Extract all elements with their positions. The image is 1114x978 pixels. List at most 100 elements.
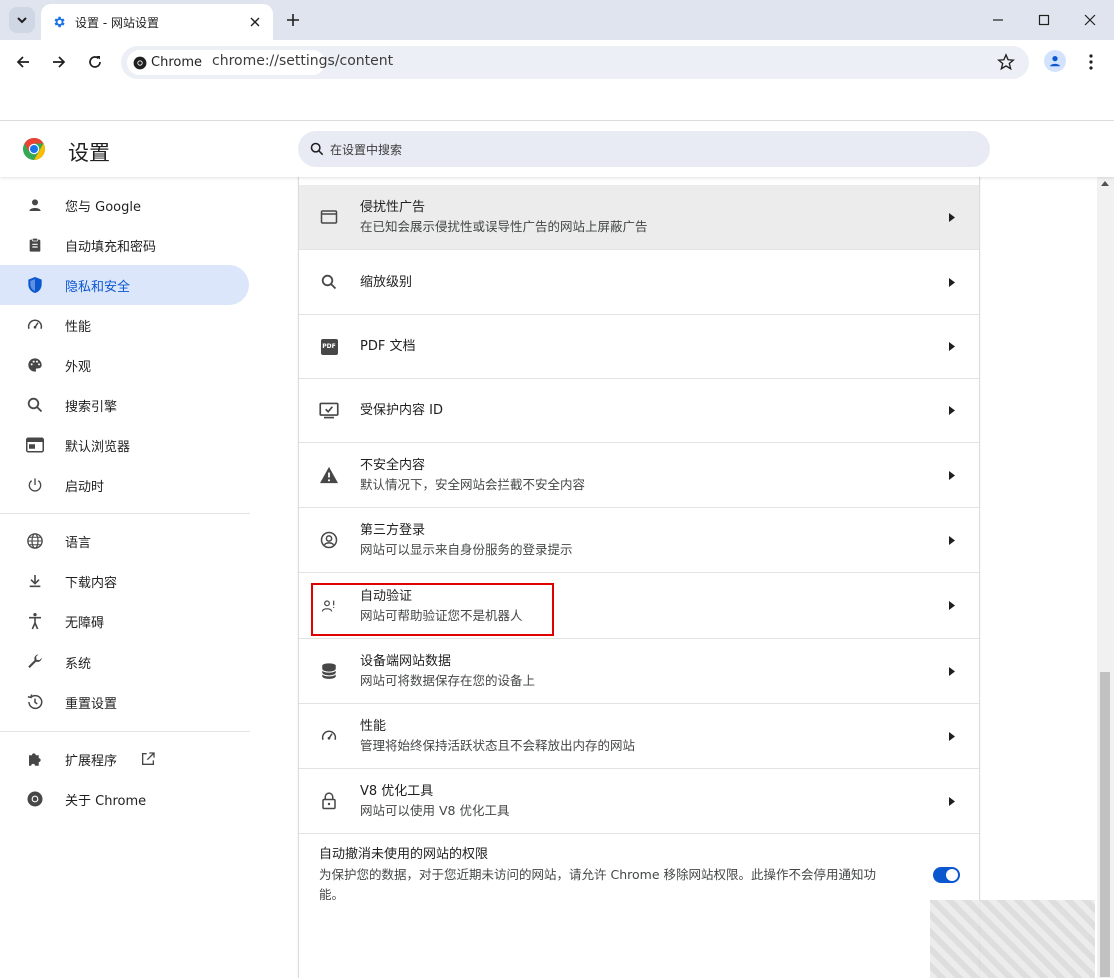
row-title: 性能 <box>360 719 387 734</box>
row-insecure-content[interactable]: 不安全内容 默认情况下，安全网站会拦截不安全内容 <box>299 443 979 508</box>
minimize-icon <box>993 19 1003 21</box>
arrow-right-icon <box>945 404 959 418</box>
zoom-icon <box>319 272 339 292</box>
sidebar-divider <box>0 731 250 732</box>
maximize-icon <box>1038 14 1050 26</box>
pdf-icon-label: PDF <box>320 338 338 355</box>
arrow-right-icon <box>945 794 959 808</box>
close-icon[interactable] <box>245 12 265 32</box>
sidebar-item-system[interactable]: 系统 <box>0 642 249 682</box>
tab-search-button[interactable] <box>9 7 35 33</box>
maximize-button[interactable] <box>1029 6 1059 34</box>
address-bar[interactable]: Chrome chrome://settings/content <box>121 46 1029 79</box>
palette-icon <box>25 355 45 375</box>
sidebar-item-label: 重置设置 <box>65 696 118 712</box>
annotation-highlight-box <box>311 583 554 636</box>
settings-search-input[interactable]: 在设置中搜索 <box>298 131 990 167</box>
arrow-right-icon <box>53 56 66 68</box>
row-title: 设备端网站数据 <box>360 654 452 669</box>
sidebar-item-languages[interactable]: 语言 <box>0 521 249 561</box>
arrow-right-icon <box>945 533 959 547</box>
more-menu-button[interactable] <box>1082 52 1100 72</box>
arrow-right-icon <box>945 340 959 354</box>
sidebar-item-label: 默认浏览器 <box>65 439 131 455</box>
new-tab-button[interactable] <box>282 9 304 31</box>
bookmark-star-icon[interactable] <box>997 53 1015 71</box>
close-window-button[interactable] <box>1075 6 1105 34</box>
row-subtitle: 网站可以显示来自身份服务的登录提示 <box>360 542 573 557</box>
chip-label: Chrome <box>151 55 202 70</box>
speedometer-icon <box>319 726 339 746</box>
arrow-right-icon <box>945 729 959 743</box>
sidebar-item-about-chrome[interactable]: 关于 Chrome <box>0 779 249 819</box>
forward-button[interactable] <box>47 50 71 74</box>
sidebar-item-reset-settings[interactable]: 重置设置 <box>0 682 249 722</box>
row-title: 侵扰性广告 <box>360 200 426 215</box>
chevron-down-icon <box>17 17 27 24</box>
search-icon <box>25 395 45 415</box>
open-in-new-icon <box>140 751 156 767</box>
sidebar-item-search-engine[interactable]: 搜索引擎 <box>0 385 249 425</box>
sidebar-item-default-browser[interactable]: 默认浏览器 <box>0 425 249 465</box>
profile-avatar[interactable] <box>1044 50 1066 72</box>
power-icon <box>25 475 45 495</box>
browser-window-icon <box>25 435 45 455</box>
globe-icon <box>25 531 45 551</box>
scroll-up-arrow-icon[interactable] <box>1101 181 1109 186</box>
sidebar-item-privacy-security[interactable]: 隐私和安全 <box>0 265 249 305</box>
arrow-right-icon <box>945 599 959 613</box>
row-pdf-documents[interactable]: PDF PDF 文档 <box>299 315 979 379</box>
url-text[interactable]: chrome://settings/content <box>212 53 393 69</box>
sidebar-item-extensions[interactable]: 扩展程序 <box>0 739 249 779</box>
site-settings-panel: 侵扰性广告 在已知会展示侵扰性或误导性广告的网站上屏蔽广告 缩放级别 PDF P… <box>298 177 980 978</box>
row-title: 受保护内容 ID <box>360 403 443 418</box>
chrome-icon <box>133 56 147 69</box>
minimize-button[interactable] <box>983 6 1013 34</box>
back-button[interactable] <box>11 50 35 74</box>
plus-icon <box>287 14 299 26</box>
arrow-right-icon <box>945 468 959 482</box>
sidebar-item-performance[interactable]: 性能 <box>0 305 249 345</box>
sidebar-item-you-and-google[interactable]: 您与 Google <box>0 185 249 225</box>
row-title: 第三方登录 <box>360 523 426 538</box>
row-intrusive-ads[interactable]: 侵扰性广告 在已知会展示侵扰性或误导性广告的网站上屏蔽广告 <box>299 185 979 250</box>
speedometer-icon <box>25 315 45 335</box>
row-subtitle: 管理将始终保持活跃状态且不会释放出内存的网站 <box>360 738 636 753</box>
sidebar-item-on-startup[interactable]: 启动时 <box>0 465 249 505</box>
database-icon <box>319 661 339 681</box>
sidebar-item-accessibility[interactable]: 无障碍 <box>0 601 249 641</box>
lock-icon <box>319 791 339 811</box>
auto-revoke-toggle[interactable] <box>933 867 960 883</box>
row-on-device-site-data[interactable]: 设备端网站数据 网站可将数据保存在您的设备上 <box>299 639 979 704</box>
page-scrollbar[interactable] <box>1097 177 1114 978</box>
search-icon <box>310 142 324 156</box>
watermark-blur <box>930 900 1095 978</box>
close-icon <box>1084 14 1096 26</box>
scrollbar-thumb[interactable] <box>1100 672 1110 977</box>
tab-settings[interactable]: 设置 - 网站设置 <box>41 4 273 40</box>
sidebar-divider <box>0 513 250 514</box>
sidebar-item-label: 扩展程序 <box>65 753 118 769</box>
settings-header: 设置 在设置中搜索 <box>0 121 1114 177</box>
person-icon <box>25 195 45 215</box>
toggle-knob <box>946 869 958 881</box>
sidebar-item-label: 关于 Chrome <box>65 793 147 809</box>
puzzle-icon <box>25 749 45 769</box>
reload-button[interactable] <box>83 50 107 74</box>
sidebar-item-downloads[interactable]: 下载内容 <box>0 561 249 601</box>
row-title: V8 优化工具 <box>360 784 434 799</box>
shield-icon <box>25 275 45 295</box>
row-protected-content[interactable]: 受保护内容 ID <box>299 379 979 443</box>
row-zoom-levels[interactable]: 缩放级别 <box>299 250 979 315</box>
clipboard-icon <box>25 235 45 255</box>
sidebar-item-appearance[interactable]: 外观 <box>0 345 249 385</box>
row-performance[interactable]: 性能 管理将始终保持活跃状态且不会释放出内存的网站 <box>299 704 979 769</box>
row-third-party-signin[interactable]: 第三方登录 网站可以显示来自身份服务的登录提示 <box>299 508 979 573</box>
sidebar-item-label: 隐私和安全 <box>65 279 131 295</box>
row-v8-optimizer[interactable]: V8 优化工具 网站可以使用 V8 优化工具 <box>299 769 979 834</box>
row-subtitle: 默认情况下，安全网站会拦截不安全内容 <box>360 477 586 492</box>
sidebar-item-autofill[interactable]: 自动填充和密码 <box>0 225 249 265</box>
arrow-right-icon <box>945 210 959 224</box>
search-placeholder: 在设置中搜索 <box>330 142 403 157</box>
protected-content-icon <box>319 401 339 421</box>
